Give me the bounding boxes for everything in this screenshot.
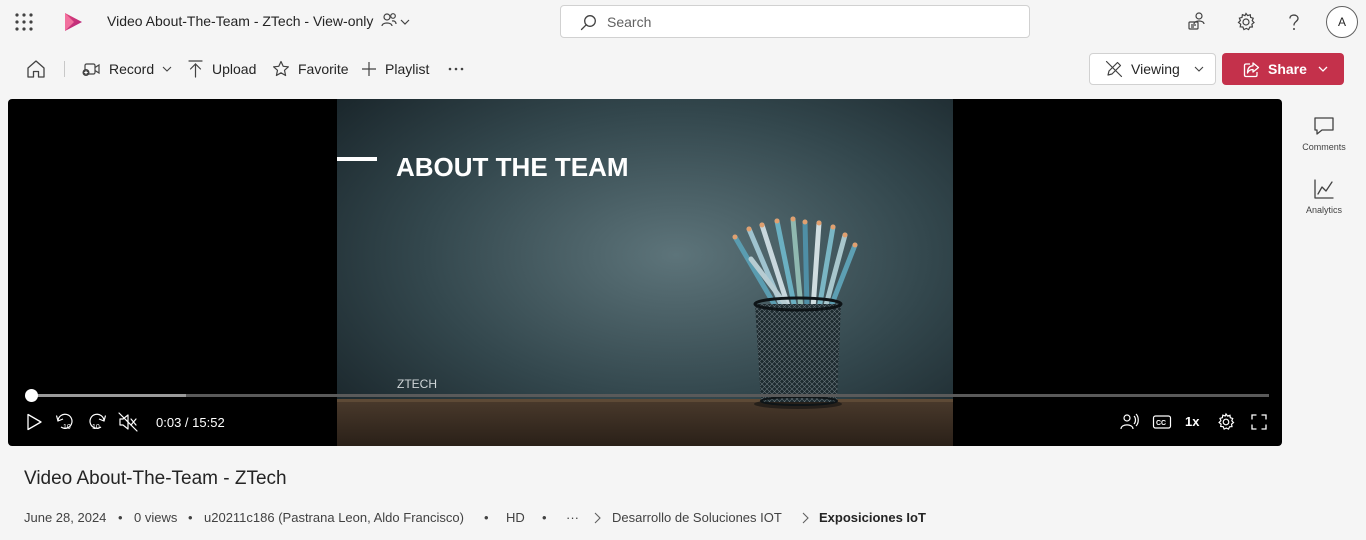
search-box[interactable] xyxy=(560,5,1030,38)
search-icon xyxy=(580,14,597,31)
avatar[interactable]: A xyxy=(1326,6,1358,38)
upload-button[interactable]: Upload xyxy=(187,52,256,86)
quality-badge: HD xyxy=(506,510,525,525)
upload-date: June 28, 2024 xyxy=(24,510,107,525)
analytics-label: Analytics xyxy=(1305,205,1342,215)
viewing-mode-button[interactable]: Viewing xyxy=(1089,53,1216,85)
forward-10-icon[interactable]: 10 xyxy=(87,412,107,432)
feedback-icon[interactable] xyxy=(1186,11,1208,33)
video-player[interactable]: ABOUT THE TEAM ZTECH 10 10 0:03 / 15:52 … xyxy=(8,99,1282,446)
more-options-button[interactable] xyxy=(448,52,472,86)
stream-logo-icon[interactable] xyxy=(62,11,84,33)
bullet-separator: • xyxy=(118,510,123,525)
home-button[interactable] xyxy=(25,52,55,86)
rewind-seconds: 10 xyxy=(63,424,71,431)
playback-speed-button[interactable]: 1x xyxy=(1185,414,1199,429)
cc-label: CC xyxy=(1156,420,1166,427)
plus-icon xyxy=(361,61,385,77)
ellipsis-icon xyxy=(448,67,472,71)
chevron-right-icon xyxy=(800,512,810,524)
chevron-down-icon xyxy=(162,64,180,74)
viewing-label: Viewing xyxy=(1131,61,1180,77)
slide-title: ABOUT THE TEAM xyxy=(396,152,629,182)
play-icon[interactable] xyxy=(24,412,44,432)
upload-icon xyxy=(187,59,212,79)
breadcrumb-current[interactable]: Exposiciones IoT xyxy=(819,510,926,525)
search-input[interactable] xyxy=(607,12,1007,32)
breadcrumb-parent[interactable]: Desarrollo de Soluciones IOT xyxy=(612,510,782,525)
favorite-button[interactable]: Favorite xyxy=(272,52,349,86)
owner-name[interactable]: u20211c186 (Pastrana Leon, Aldo Francisc… xyxy=(204,510,464,525)
gear-icon[interactable] xyxy=(1235,11,1257,33)
toolbar-divider xyxy=(64,61,65,77)
star-icon xyxy=(272,60,298,78)
pencil-off-icon xyxy=(1105,60,1123,78)
chevron-down-icon xyxy=(1194,64,1204,74)
gear-icon[interactable] xyxy=(1216,412,1236,432)
slide-watermark: ZTECH xyxy=(397,377,437,391)
top-bar: Video About-The-Team - ZTech - View-only xyxy=(0,0,1366,44)
analytics-icon xyxy=(1292,177,1356,201)
record-label: Record xyxy=(109,61,155,77)
comment-icon xyxy=(1292,114,1356,138)
buffer-bar xyxy=(27,394,186,397)
video-title: Video About-The-Team - ZTech xyxy=(24,468,287,489)
playlist-label: Playlist xyxy=(385,61,430,77)
record-icon xyxy=(81,59,109,79)
mute-icon[interactable] xyxy=(118,412,138,432)
record-button[interactable]: Record xyxy=(81,52,180,86)
progress-thumb[interactable] xyxy=(24,389,38,402)
share-button[interactable]: Share xyxy=(1222,53,1344,85)
comments-button[interactable]: Comments xyxy=(1292,114,1356,152)
forward-seconds: 10 xyxy=(92,424,100,431)
view-count: 0 views xyxy=(134,510,178,525)
share-label: Share xyxy=(1268,61,1307,77)
analytics-button[interactable]: Analytics xyxy=(1292,177,1356,215)
progress-bar[interactable] xyxy=(27,394,1269,397)
captions-button[interactable]: CC xyxy=(1152,412,1172,432)
chevron-down-icon xyxy=(1318,64,1328,74)
playlist-button[interactable]: Playlist xyxy=(361,52,429,86)
fullscreen-icon[interactable] xyxy=(1249,412,1269,432)
upload-label: Upload xyxy=(212,61,257,77)
app-launcher-icon[interactable] xyxy=(14,12,34,32)
rewind-10-icon[interactable]: 10 xyxy=(55,412,75,432)
breadcrumb-more-button[interactable]: ··· xyxy=(566,510,579,525)
document-title: Video About-The-Team - ZTech - View-only xyxy=(107,13,374,29)
share-icon xyxy=(1243,61,1260,78)
audio-description-icon[interactable] xyxy=(1119,412,1139,432)
chevron-right-icon xyxy=(592,512,602,524)
favorite-label: Favorite xyxy=(298,61,349,77)
home-icon xyxy=(25,58,55,80)
bullet-separator: • xyxy=(542,510,547,525)
bullet-separator: • xyxy=(188,510,193,525)
comments-label: Comments xyxy=(1302,142,1346,152)
people-icon[interactable] xyxy=(381,12,411,32)
command-bar: Record Upload Favorite Playlist Viewing … xyxy=(0,52,1366,86)
help-icon[interactable] xyxy=(1283,11,1305,33)
bullet-separator: • xyxy=(484,510,489,525)
time-display: 0:03 / 15:52 xyxy=(156,415,225,430)
